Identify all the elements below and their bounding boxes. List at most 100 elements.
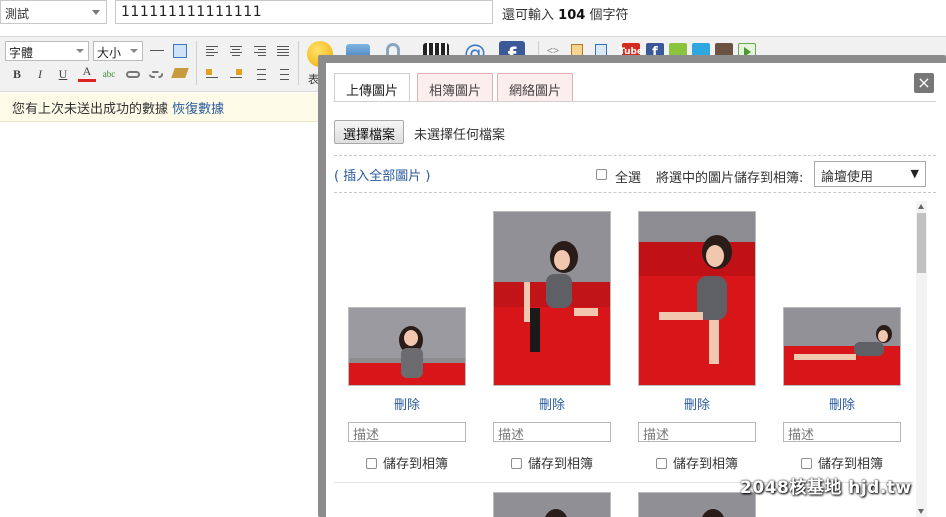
tab-label: 上傳圖片 <box>346 84 399 99</box>
save-to-album-label: 儲存到相簿 <box>673 457 739 472</box>
dropdown-arrow-icon: ▼ <box>910 167 919 180</box>
tab-upload-image[interactable]: 上傳圖片 <box>334 73 411 102</box>
tab-divider <box>334 101 936 102</box>
tab-label: 相簿圖片 <box>429 84 482 99</box>
scroll-up-icon[interactable] <box>918 204 924 209</box>
select-all-label: 全選 <box>615 171 642 186</box>
description-placeholder: 描述 <box>353 428 380 443</box>
description-placeholder: 描述 <box>498 428 525 443</box>
horizontal-rule-icon[interactable] <box>148 42 166 60</box>
title-input-value: 111111111111111 <box>121 4 263 20</box>
chevron-down-icon <box>92 10 100 15</box>
font-select-value: 字體 <box>9 46 34 60</box>
save-to-album-label: 儲存到相簿 <box>818 457 884 472</box>
unlink-icon[interactable] <box>147 65 165 83</box>
album-select[interactable]: 論壇使用 ▼ <box>814 161 926 187</box>
unordered-list-icon[interactable] <box>274 65 292 83</box>
choose-file-label: 選擇檔案 <box>343 128 396 143</box>
justify-icon[interactable] <box>274 42 292 60</box>
font-select[interactable]: 字體 <box>5 41 89 61</box>
save-to-album-checkbox[interactable] <box>511 458 522 469</box>
draft-notice-text: 您有上次未送出成功的數據 <box>12 102 169 117</box>
underline-icon[interactable]: U <box>54 65 72 83</box>
close-icon[interactable]: × <box>914 73 934 93</box>
ordered-list-icon[interactable] <box>251 65 269 83</box>
align-right-icon[interactable] <box>251 42 269 60</box>
scrollbar-thumb[interactable] <box>917 213 926 273</box>
image-thumbnail[interactable] <box>638 211 756 386</box>
chevron-down-icon <box>76 49 84 53</box>
post-type-select[interactable]: 測試 <box>0 0 107 24</box>
italic-icon[interactable]: I <box>31 65 49 83</box>
description-input[interactable]: 描述 <box>783 422 901 443</box>
dashed-divider <box>334 155 936 156</box>
save-to-album-checkbox[interactable] <box>656 458 667 469</box>
underline-label: U <box>58 66 68 81</box>
save-to-album-checkbox[interactable] <box>366 458 377 469</box>
image-thumbnail[interactable] <box>783 307 901 386</box>
size-select[interactable]: 大小 <box>93 41 143 61</box>
save-to-album-checkbox[interactable] <box>801 458 812 469</box>
description-placeholder: 描述 <box>788 428 815 443</box>
chevron-down-icon <box>130 49 138 53</box>
image-align-left-icon[interactable] <box>203 65 221 83</box>
delete-image-link[interactable]: 刪除 <box>638 394 756 413</box>
delete-image-link[interactable]: 刪除 <box>783 394 901 413</box>
dialog-panel: 上傳圖片 相簿圖片 網絡圖片 × 選擇檔案 未選擇任何檔案 ( 插入全部圖片 )… <box>326 63 946 517</box>
description-input[interactable]: 描述 <box>638 422 756 443</box>
align-center-icon[interactable] <box>227 42 245 60</box>
spellcheck-icon[interactable]: abc <box>100 65 118 83</box>
close-glyph: × <box>917 73 931 92</box>
image-thumbnail[interactable] <box>348 307 466 386</box>
dashed-divider <box>334 192 936 193</box>
description-input[interactable]: 描述 <box>493 422 611 443</box>
toolbar-divider <box>196 41 197 85</box>
clear-format-icon[interactable] <box>171 64 189 82</box>
scroll-down-icon[interactable] <box>918 509 924 514</box>
image-thumbnail[interactable] <box>638 492 756 517</box>
bold-label: B <box>12 66 21 81</box>
align-left-icon[interactable] <box>203 42 221 60</box>
char-hint-suffix: 個字符 <box>589 8 629 23</box>
char-count-hint: 還可輸入 104 個字符 <box>502 4 628 23</box>
delete-image-link[interactable]: 刪除 <box>493 394 611 413</box>
save-to-album-option[interactable]: 儲存到相簿 <box>366 453 448 472</box>
choose-file-button[interactable]: 選擇檔案 <box>334 120 405 144</box>
font-color-icon[interactable]: A <box>78 64 96 82</box>
image-upload-dialog: 上傳圖片 相簿圖片 網絡圖片 × 選擇檔案 未選擇任何檔案 ( 插入全部圖片 )… <box>318 55 946 517</box>
char-hint-prefix: 還可輸入 <box>502 8 555 23</box>
toolbar-divider <box>298 41 299 85</box>
char-hint-count: 104 <box>558 8 586 23</box>
font-color-label: A <box>82 64 92 78</box>
tab-album-image[interactable]: 相簿圖片 <box>417 73 494 102</box>
italic-label: I <box>38 66 42 81</box>
restore-data-link[interactable]: 恢復數據 <box>172 102 224 117</box>
image-grid: 刪除 描述 儲存到相簿 刪除 描述 儲存到相簿 刪除 描述 儲存到相簿 刪除 描… <box>334 201 914 517</box>
description-placeholder: 描述 <box>643 428 670 443</box>
description-input[interactable]: 描述 <box>348 422 466 443</box>
image-thumbnail[interactable] <box>493 211 611 386</box>
insert-all-images-link[interactable]: ( 插入全部圖片 ) <box>334 165 430 184</box>
site-watermark: 2048核基地 hjd.tw <box>740 478 912 498</box>
bold-icon[interactable]: B <box>8 65 26 83</box>
save-to-album-label: 儲存到相簿 <box>528 457 594 472</box>
title-input[interactable]: 111111111111111 <box>115 0 493 24</box>
image-thumbnail[interactable] <box>493 492 611 517</box>
album-select-value: 論壇使用 <box>821 170 874 185</box>
table-icon[interactable] <box>171 42 189 60</box>
image-align-right-icon[interactable] <box>227 65 245 83</box>
save-to-album-option[interactable]: 儲存到相簿 <box>656 453 738 472</box>
tab-web-image[interactable]: 網絡圖片 <box>497 73 574 102</box>
save-to-album-option[interactable]: 儲存到相簿 <box>801 453 883 472</box>
save-to-album-label: 儲存到相簿 <box>383 457 449 472</box>
no-file-text: 未選擇任何檔案 <box>414 128 506 143</box>
tab-label: 網絡圖片 <box>509 84 562 99</box>
select-all-checkbox[interactable] <box>596 169 607 180</box>
size-select-value: 大小 <box>97 46 122 60</box>
save-selected-label: 將選中的圖片儲存到相簿: <box>656 171 804 186</box>
scrollbar[interactable] <box>916 201 927 517</box>
link-icon[interactable] <box>124 65 142 83</box>
save-to-album-option[interactable]: 儲存到相簿 <box>511 453 593 472</box>
delete-image-link[interactable]: 刪除 <box>348 394 466 413</box>
post-type-value: 測試 <box>5 7 30 21</box>
